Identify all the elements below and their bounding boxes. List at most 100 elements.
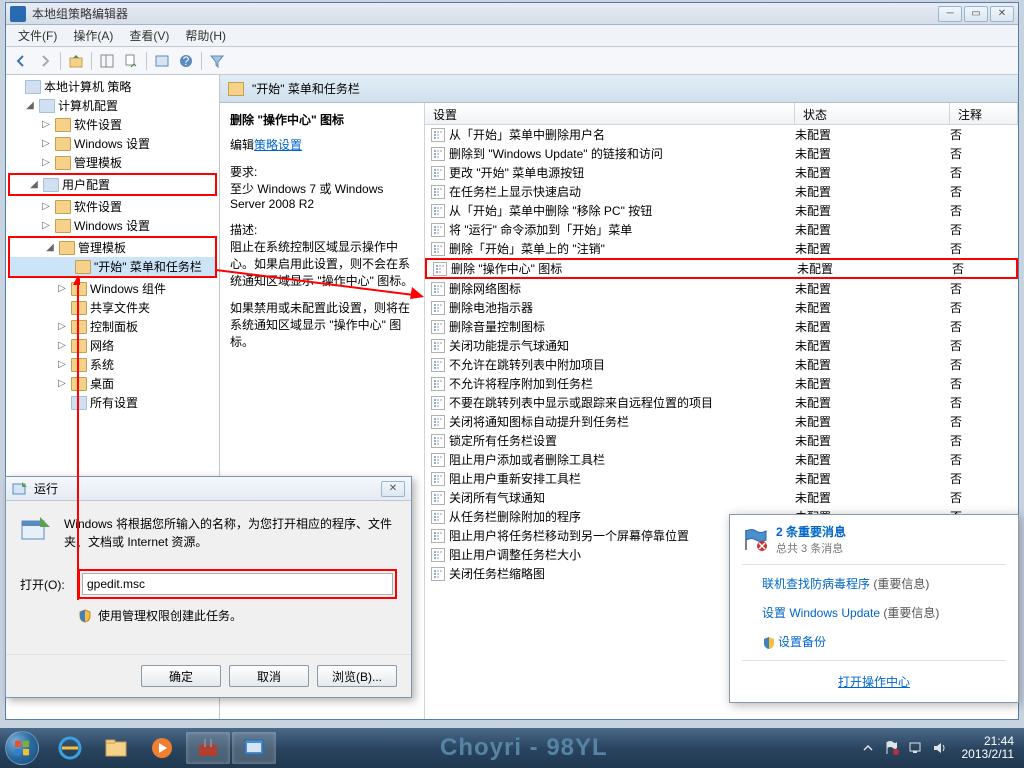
tree-item[interactable]: ▷Windows 设置	[6, 134, 219, 153]
col-setting[interactable]: 设置	[425, 103, 795, 124]
run-close-button[interactable]: ✕	[381, 481, 405, 497]
taskbar-app-icon[interactable]	[186, 732, 230, 764]
list-row[interactable]: 从「开始」菜单中删除 "移除 PC" 按钮未配置否	[425, 201, 1018, 220]
list-header: 设置 状态 注释	[425, 103, 1018, 125]
tree-user-config[interactable]: ◢用户配置	[10, 175, 215, 194]
list-row[interactable]: 锁定所有任务栏设置未配置否	[425, 431, 1018, 450]
app-icon	[10, 6, 26, 22]
tree-item[interactable]: ▷网络	[6, 336, 219, 355]
show-hide-button[interactable]	[96, 50, 118, 72]
list-row[interactable]: 不要在跳转列表中显示或跟踪来自远程位置的项目未配置否	[425, 393, 1018, 412]
tray-up-icon[interactable]	[860, 740, 876, 756]
svg-text:?: ?	[183, 54, 190, 68]
col-status[interactable]: 状态	[795, 103, 950, 124]
tree-item[interactable]: ▷软件设置	[6, 197, 219, 216]
ac-antivirus-link[interactable]: 联机查找防病毒程序 (重要信息)	[742, 569, 1006, 598]
menu-action[interactable]: 操作(A)	[65, 25, 121, 46]
tree-item[interactable]: ▷控制面板	[6, 317, 219, 336]
menu-help[interactable]: 帮助(H)	[177, 25, 234, 46]
desc-label: 描述:	[230, 221, 414, 238]
forward-button[interactable]	[34, 50, 56, 72]
flag-icon	[742, 528, 770, 552]
tree-admin-templates[interactable]: ◢管理模板	[10, 238, 215, 257]
menu-view[interactable]: 查看(V)	[121, 25, 177, 46]
tray-network-icon[interactable]	[908, 740, 924, 756]
run-ok-button[interactable]: 确定	[141, 665, 221, 687]
tree-item[interactable]: 所有设置	[6, 393, 219, 412]
run-desc-text: Windows 将根据您所输入的名称，为您打开相应的程序、文件夹、文档或 Int…	[64, 515, 397, 551]
req-text: 至少 Windows 7 或 Windows Server 2008 R2	[230, 180, 414, 211]
tree-item[interactable]: ▷管理模板	[6, 153, 219, 172]
list-row[interactable]: 关闭将通知图标自动提升到任务栏未配置否	[425, 412, 1018, 431]
desc-text2: 如果禁用或未配置此设置，则将在系统通知区域显示 "操作中心" 图标。	[230, 299, 414, 350]
col-comment[interactable]: 注释	[950, 103, 1018, 124]
list-row[interactable]: 关闭所有气球通知未配置否	[425, 488, 1018, 507]
req-label: 要求:	[230, 163, 414, 180]
titlebar: 本地组策略编辑器 ─ ▭ ✕	[6, 3, 1018, 25]
list-row[interactable]: 关闭功能提示气球通知未配置否	[425, 336, 1018, 355]
filter-button[interactable]	[206, 50, 228, 72]
ac-open-link[interactable]: 打开操作中心	[838, 675, 910, 689]
tree-root[interactable]: 本地计算机 策略	[6, 77, 219, 96]
list-row[interactable]: 在任务栏上显示快速启动未配置否	[425, 182, 1018, 201]
run-input[interactable]	[82, 573, 393, 595]
menubar: 文件(F) 操作(A) 查看(V) 帮助(H)	[6, 25, 1018, 47]
properties-button[interactable]	[151, 50, 173, 72]
tree-computer-config[interactable]: ◢计算机配置	[6, 96, 219, 115]
content-title: "开始" 菜单和任务栏	[252, 80, 360, 97]
list-row[interactable]: 删除音量控制图标未配置否	[425, 317, 1018, 336]
export-button[interactable]	[120, 50, 142, 72]
run-shield-text: 使用管理权限创建此任务。	[98, 607, 242, 624]
desc-heading: 删除 "操作中心" 图标	[230, 111, 414, 128]
run-cancel-button[interactable]: 取消	[229, 665, 309, 687]
list-row[interactable]: 不允许在跳转列表中附加项目未配置否	[425, 355, 1018, 374]
tree-item[interactable]: ▷系统	[6, 355, 219, 374]
watermark: Choyri - 98YL	[440, 734, 608, 762]
tray-flag-icon[interactable]	[884, 740, 900, 756]
list-row[interactable]: 删除到 "Windows Update" 的链接和访问未配置否	[425, 144, 1018, 163]
tree-start-taskbar[interactable]: "开始" 菜单和任务栏	[10, 257, 215, 276]
run-open-label: 打开(O):	[20, 576, 70, 593]
close-button[interactable]: ✕	[990, 6, 1014, 22]
run-big-icon	[20, 515, 52, 547]
window-title: 本地组策略编辑器	[32, 5, 938, 22]
desc-text1: 阻止在系统控制区域显示操作中心。如果启用此设置，则不会在系统通知区域显示 "操作…	[230, 238, 414, 289]
list-row[interactable]: 不允许将程序附加到任务栏未配置否	[425, 374, 1018, 393]
ac-total: 总共 3 条消息	[776, 540, 846, 556]
taskbar-explorer-icon[interactable]	[94, 732, 138, 764]
list-row[interactable]: 删除 "操作中心" 图标未配置否	[425, 258, 1018, 279]
run-title: 运行	[34, 480, 58, 497]
minimize-button[interactable]: ─	[938, 6, 962, 22]
list-row[interactable]: 更改 "开始" 菜单电源按钮未配置否	[425, 163, 1018, 182]
edit-policy-link[interactable]: 策略设置	[254, 138, 302, 152]
list-row[interactable]: 从「开始」菜单中删除用户名未配置否	[425, 125, 1018, 144]
list-row[interactable]: 阻止用户添加或者删除工具栏未配置否	[425, 450, 1018, 469]
maximize-button[interactable]: ▭	[964, 6, 988, 22]
tree-item[interactable]: ▷桌面	[6, 374, 219, 393]
ac-backup-link[interactable]: 设置备份	[742, 627, 1006, 656]
ac-windows-update-link[interactable]: 设置 Windows Update (重要信息)	[742, 598, 1006, 627]
clock[interactable]: 21:44 2013/2/11	[956, 735, 1021, 761]
list-row[interactable]: 删除网络图标未配置否	[425, 279, 1018, 298]
tree-item[interactable]: ▷Windows 组件	[6, 279, 219, 298]
tree-item[interactable]: 共享文件夹	[6, 298, 219, 317]
menu-file[interactable]: 文件(F)	[10, 25, 65, 46]
start-button[interactable]	[0, 728, 44, 768]
taskbar-ie-icon[interactable]	[48, 732, 92, 764]
list-row[interactable]: 阻止用户重新安排工具栏未配置否	[425, 469, 1018, 488]
system-tray: 21:44 2013/2/11	[860, 735, 1024, 761]
run-browse-button[interactable]: 浏览(B)...	[317, 665, 397, 687]
tray-volume-icon[interactable]	[932, 740, 948, 756]
tree-item[interactable]: ▷Windows 设置	[6, 216, 219, 235]
run-titlebar: 运行 ✕	[6, 477, 411, 501]
tree-item[interactable]: ▷软件设置	[6, 115, 219, 134]
help-button[interactable]: ?	[175, 50, 197, 72]
list-row[interactable]: 删除电池指示器未配置否	[425, 298, 1018, 317]
list-row[interactable]: 删除「开始」菜单上的 "注销"未配置否	[425, 239, 1018, 258]
run-icon	[12, 481, 28, 497]
back-button[interactable]	[10, 50, 32, 72]
taskbar-gpedit-icon[interactable]	[232, 732, 276, 764]
taskbar-wmp-icon[interactable]	[140, 732, 184, 764]
up-button[interactable]	[65, 50, 87, 72]
list-row[interactable]: 将 "运行" 命令添加到「开始」菜单未配置否	[425, 220, 1018, 239]
